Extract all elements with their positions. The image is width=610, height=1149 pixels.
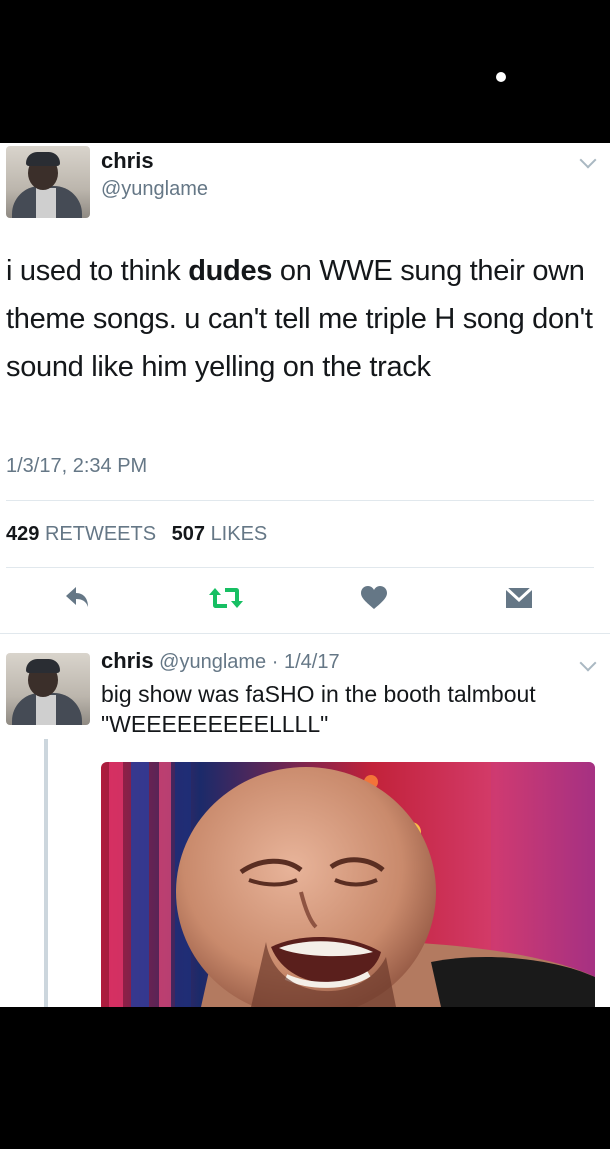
status-dot-icon	[496, 72, 506, 82]
thread-line	[44, 739, 48, 1007]
phone-bottom-bar	[0, 1007, 610, 1149]
phone-top-bar	[0, 0, 610, 143]
divider	[6, 567, 594, 568]
tweet-card: chris @yunglame i used to think dudes on…	[0, 143, 610, 1007]
avatar[interactable]	[6, 146, 90, 218]
divider	[6, 500, 594, 501]
chevron-down-icon[interactable]	[579, 151, 597, 169]
author-handle[interactable]: @yunglame	[101, 178, 208, 201]
like-label[interactable]: LIKES	[211, 523, 268, 545]
reply-text: big show was faSHO in the booth talmbout…	[101, 681, 536, 737]
retweet-label[interactable]: RETWEETS	[45, 523, 156, 545]
like-count[interactable]: 507	[172, 523, 205, 545]
reply-chevron-down-icon[interactable]	[579, 654, 597, 672]
tweet-timestamp: 1/3/17, 2:34 PM	[6, 455, 148, 477]
reply-avatar[interactable]	[6, 653, 90, 725]
media-image[interactable]	[101, 762, 595, 1007]
reply-date[interactable]: 1/4/17	[284, 651, 340, 673]
reply-header: chris @yunglame · 1/4/17	[101, 648, 340, 674]
media-photo	[101, 762, 595, 1007]
retweet-count[interactable]: 429	[6, 523, 39, 545]
author-name[interactable]: chris	[101, 148, 154, 174]
reply-author-handle[interactable]: @yunglame	[159, 651, 266, 673]
tweet-text-bold: dudes	[188, 255, 273, 287]
reply-separator: ·	[271, 651, 279, 673]
tweet-text: i used to think dudes on WWE sung their …	[6, 255, 593, 383]
reply-icon[interactable]	[64, 585, 94, 611]
reply-author-name[interactable]: chris	[101, 648, 154, 673]
envelope-icon[interactable]	[504, 585, 534, 611]
retweet-icon[interactable]	[208, 585, 244, 611]
divider	[0, 633, 610, 634]
heart-icon[interactable]	[360, 585, 388, 611]
tweet-stats: 429 RETWEETS 507 LIKES	[6, 523, 267, 546]
